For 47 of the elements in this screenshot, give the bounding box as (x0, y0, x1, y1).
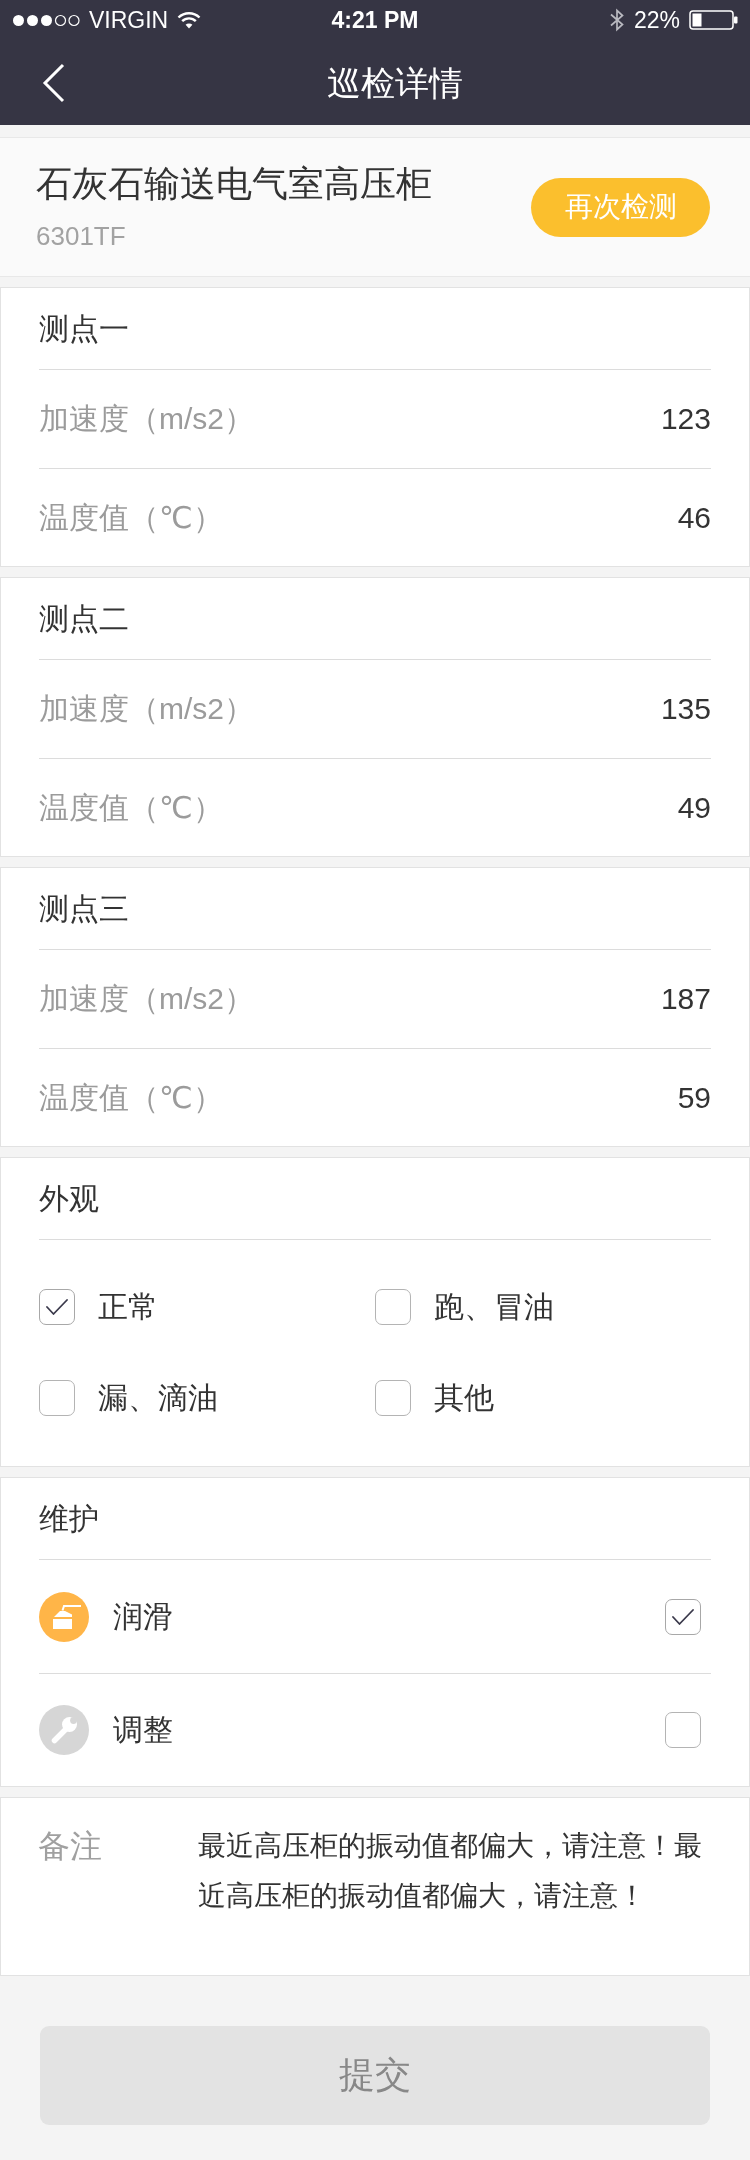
device-code: 6301TF (36, 220, 127, 252)
reading-label: 加速度（m/s2） (39, 401, 254, 437)
reading-value: 135 (660, 691, 711, 727)
carrier-name: VIRGIN (89, 6, 169, 34)
point-title: 测点二 (39, 600, 129, 637)
option-label: 其他 (434, 1380, 494, 1416)
oil-can-icon (39, 1591, 89, 1642)
option-label: 漏、滴油 (98, 1380, 218, 1416)
signal-icon (12, 13, 80, 27)
section-title: 外观 (39, 1180, 99, 1217)
reading-label: 温度值（℃） (39, 1079, 223, 1116)
reading-label: 加速度（m/s2） (39, 981, 254, 1017)
reading-label: 加速度（m/s2） (39, 691, 254, 727)
reading-label: 温度值（℃） (39, 499, 223, 536)
checkbox[interactable] (375, 1289, 411, 1325)
reading-value: 46 (677, 499, 711, 536)
notes-text: 最近高压柜的振动值都偏大，请注意！最近高压柜的振动值都偏大，请注意！ (198, 1829, 703, 1913)
chevron-left-icon (42, 62, 66, 103)
notes-label: 备注 (38, 1827, 103, 1866)
checkbox[interactable] (665, 1712, 701, 1748)
checkbox[interactable] (39, 1289, 75, 1325)
reading-value: 123 (660, 401, 711, 437)
checkbox[interactable] (39, 1380, 75, 1416)
tick-icon (46, 1299, 68, 1315)
section-title: 维护 (39, 1500, 99, 1537)
bluetooth-icon (608, 8, 625, 32)
maintenance-label: 调整 (113, 1712, 173, 1748)
point-title: 测点一 (39, 310, 129, 347)
checkbox[interactable] (665, 1598, 701, 1635)
maintenance-label: 润滑 (113, 1598, 173, 1635)
option-label: 跑、冒油 (434, 1289, 554, 1325)
status-time: 4:21 PM (331, 6, 419, 34)
option-label: 正常 (98, 1289, 158, 1325)
reading-value: 59 (677, 1079, 711, 1116)
point-title: 测点三 (39, 890, 129, 927)
wrench-icon (39, 1705, 89, 1755)
battery-icon (689, 10, 738, 30)
reading-label: 温度值（℃） (39, 789, 223, 826)
tick-icon (672, 1608, 694, 1625)
wifi-icon (177, 11, 202, 29)
recheck-button[interactable]: 再次检测 (531, 177, 710, 237)
reading-value: 49 (677, 789, 711, 826)
checkbox[interactable] (375, 1380, 411, 1416)
battery-percent: 22% (633, 6, 680, 34)
reading-value: 187 (660, 981, 711, 1017)
page-title: 巡检详情 (327, 62, 463, 104)
device-name: 石灰石输送电气室高压柜 (36, 162, 432, 206)
